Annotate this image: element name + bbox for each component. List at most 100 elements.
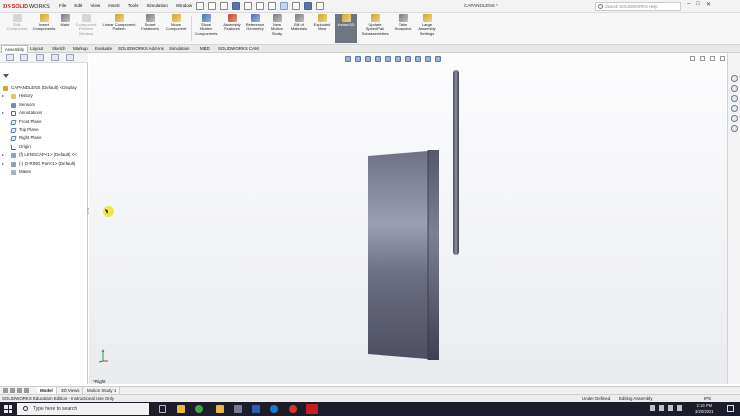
tree-item[interactable]: (-) O-RING Part<1> (Default) [0, 160, 88, 168]
menu-window[interactable]: Window [172, 3, 196, 8]
taskbar-search-input[interactable]: Type here to search [17, 403, 149, 415]
view-palette-icon[interactable] [731, 105, 738, 112]
display-manager-icon[interactable] [66, 54, 74, 61]
task-view-icon[interactable] [159, 405, 166, 413]
battery-icon[interactable] [677, 405, 682, 411]
minimize-button[interactable]: – [687, 1, 690, 8]
hide-show-items-icon[interactable] [405, 56, 411, 62]
expand-arrow-icon[interactable] [2, 154, 4, 157]
select-arrow-icon[interactable] [280, 2, 288, 10]
tree-item[interactable]: Annotations [0, 109, 88, 117]
graphics-area[interactable]: *Right [89, 53, 727, 384]
insert-components-button[interactable]: Insert Components [32, 14, 56, 32]
view-settings-icon[interactable] [435, 56, 441, 62]
menu-file[interactable]: File [55, 3, 70, 8]
app-taskbar-icon[interactable] [234, 405, 242, 413]
update-speedpak-button[interactable]: Update SpeedPak Subassemblies [359, 14, 391, 36]
assembly-features-button[interactable]: Assembly Features [221, 14, 243, 32]
word-taskbar-icon[interactable] [252, 405, 260, 413]
viewport-restore-icon[interactable] [700, 56, 705, 61]
prev-tab-nav-icon[interactable] [10, 388, 15, 393]
tab-addins[interactable]: SOLIDWORKS Add-Ins [115, 45, 167, 53]
previous-view-icon[interactable] [365, 56, 371, 62]
large-assembly-settings-button[interactable]: Large Assembly Settings [415, 14, 439, 36]
taskbar-clock[interactable]: 2:16 PM 3/20/2021 [695, 403, 714, 414]
tree-item[interactable]: Right Plane [0, 134, 88, 142]
file-properties-icon[interactable] [304, 2, 312, 10]
view-orientation-icon[interactable] [385, 56, 391, 62]
volume-icon[interactable] [668, 405, 673, 411]
expand-arrow-icon[interactable] [2, 162, 4, 165]
file-explorer-icon[interactable] [731, 95, 738, 102]
redo-icon[interactable] [268, 2, 276, 10]
file-explorer-taskbar-icon[interactable] [177, 405, 185, 413]
media-taskbar-icon[interactable] [289, 405, 297, 413]
expand-arrow-icon[interactable] [2, 112, 4, 115]
close-button[interactable]: ✕ [706, 1, 711, 8]
mate-button[interactable]: Mate [57, 14, 73, 27]
home-icon[interactable] [196, 2, 204, 10]
menu-tools[interactable]: Tools [124, 3, 143, 8]
folder-taskbar-icon[interactable] [216, 405, 224, 413]
next-tab-nav-icon[interactable] [17, 388, 22, 393]
first-tab-nav-icon[interactable] [3, 388, 8, 393]
tab-evaluate[interactable]: Evaluate [92, 45, 115, 53]
save-icon[interactable] [232, 2, 240, 10]
zoom-to-fit-icon[interactable] [345, 56, 351, 62]
network-icon[interactable] [659, 405, 664, 411]
edit-appearance-icon[interactable] [415, 56, 421, 62]
lenscap-component[interactable] [368, 149, 440, 361]
tab-markup[interactable]: Markup [70, 45, 91, 53]
zoom-to-area-icon[interactable] [355, 56, 361, 62]
notification-icon[interactable] [727, 405, 734, 412]
feature-tree-icon[interactable] [6, 54, 14, 61]
take-snapshot-button[interactable]: Take Snapshot [392, 14, 414, 32]
tab-model[interactable]: Model [37, 387, 57, 394]
tab-3d-views[interactable]: 3D Views [58, 387, 84, 394]
open-folder-icon[interactable] [220, 2, 228, 10]
tree-item[interactable]: Front Plane [0, 118, 88, 126]
tab-mbd[interactable]: MBD [197, 45, 213, 53]
maximize-button[interactable]: □ [696, 1, 700, 8]
viewport-close-icon[interactable] [720, 56, 725, 61]
reference-geometry-button[interactable]: Reference Geometry [244, 14, 266, 32]
windows-start-icon[interactable] [4, 405, 12, 413]
edit-component-button[interactable]: Edit Component [2, 14, 32, 32]
move-component-button[interactable]: Move Component [162, 14, 190, 32]
custom-properties-icon[interactable] [731, 125, 738, 132]
tab-cam[interactable]: SOLIDWORKS CAM [215, 45, 262, 53]
design-library-icon[interactable] [731, 85, 738, 92]
display-style-icon[interactable] [395, 56, 401, 62]
property-manager-icon[interactable] [20, 54, 28, 61]
help-search-input[interactable]: Search SOLIDWORKS Help [595, 2, 681, 11]
exploded-view-button[interactable]: Exploded View [311, 14, 333, 32]
dimxpert-icon[interactable] [51, 54, 59, 61]
last-tab-nav-icon[interactable] [24, 388, 29, 393]
edge-taskbar-icon[interactable] [270, 405, 278, 413]
bill-of-materials-button[interactable]: Bill of Materials [288, 14, 310, 32]
smart-fasteners-button[interactable]: Smart Fasteners [139, 14, 161, 32]
instant3d-button[interactable]: Instant3D [335, 14, 357, 43]
linear-pattern-button[interactable]: Linear Component Pattern [100, 14, 138, 32]
tab-layout[interactable]: Layout [27, 45, 46, 53]
filter-icon[interactable] [3, 74, 9, 79]
section-view-icon[interactable] [375, 56, 381, 62]
o-ring-component[interactable] [453, 70, 459, 255]
new-document-icon[interactable] [208, 2, 216, 10]
tab-motion-study[interactable]: Motion Study 1 [84, 387, 121, 394]
new-motion-study-button[interactable]: New Motion Study [267, 14, 287, 36]
options-gear-icon[interactable] [316, 2, 324, 10]
tray-chevron-icon[interactable] [650, 405, 655, 411]
solidworks-resources-icon[interactable] [731, 75, 738, 82]
tab-assembly[interactable]: Assembly [1, 45, 29, 53]
solidworks-logo[interactable]: DS SOLID WORKS [3, 2, 50, 11]
appearances-icon[interactable] [731, 115, 738, 122]
component-preview-button[interactable]: Component Preview Window [73, 14, 99, 36]
menu-insert[interactable]: Insert [104, 3, 124, 8]
tree-item[interactable]: History [0, 92, 88, 100]
configuration-manager-icon[interactable] [36, 54, 44, 61]
viewport-minimize-icon[interactable] [690, 56, 695, 61]
tab-simulation[interactable]: Simulation [166, 45, 193, 53]
menu-view[interactable]: View [86, 3, 104, 8]
chrome-taskbar-icon[interactable] [195, 405, 203, 413]
